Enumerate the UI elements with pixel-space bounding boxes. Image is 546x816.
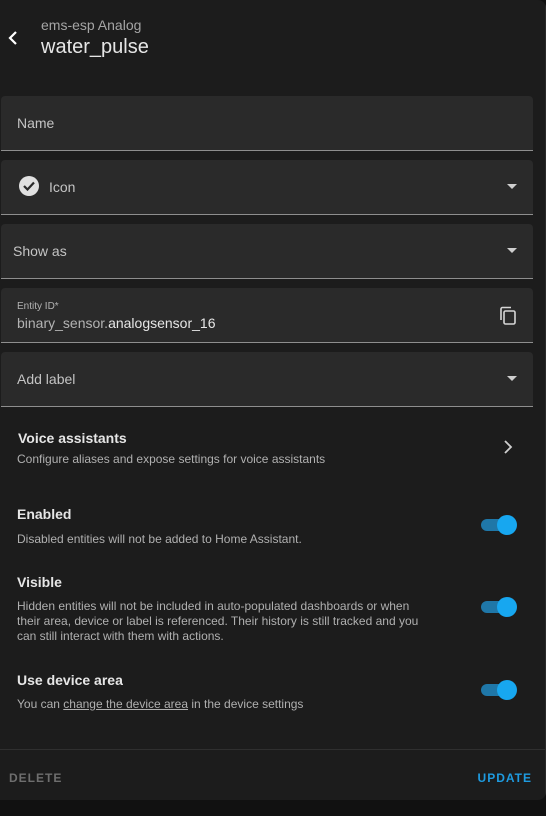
voice-assistants-title: Voice assistants	[18, 430, 127, 446]
dialog-subtitle: ems-esp Analog	[41, 17, 142, 33]
enabled-toggle[interactable]	[481, 515, 517, 535]
chevron-left-icon	[8, 31, 17, 45]
icon-field[interactable]: Icon	[1, 160, 533, 215]
enabled-desc: Disabled entities will not be added to H…	[17, 532, 302, 546]
toggle-knob	[497, 680, 517, 700]
entity-id-label: Entity ID*	[17, 301, 59, 312]
device-area-row: Use device area You can change the devic…	[0, 664, 546, 720]
copy-icon	[500, 306, 516, 325]
toggle-knob	[497, 597, 517, 617]
entity-id-object: analogsensor_16	[108, 315, 216, 331]
delete-button[interactable]: DELETE	[9, 771, 62, 785]
caret-down-icon	[507, 248, 517, 253]
visible-title: Visible	[17, 574, 62, 590]
visible-desc-line2: their area, device or label is reference…	[17, 614, 419, 628]
visible-toggle[interactable]	[481, 597, 517, 617]
enabled-title: Enabled	[17, 506, 72, 522]
show-as-select[interactable]: Show as	[1, 224, 533, 279]
check-circle-icon	[19, 176, 39, 196]
chevron-right-icon	[504, 440, 513, 454]
enabled-row: Enabled Disabled entities will not be ad…	[0, 498, 546, 554]
visible-desc-line1: Hidden entities will not be included in …	[17, 599, 410, 613]
device-area-desc-before: You can	[17, 697, 64, 711]
visible-desc-line3: can still interact with them with action…	[17, 629, 224, 643]
device-area-desc: You can change the device area in the de…	[17, 697, 303, 712]
entity-settings-dialog: ems-esp Analog water_pulse Name Icon Sho…	[0, 0, 546, 800]
dialog-title: water_pulse	[41, 36, 149, 58]
device-area-toggle[interactable]	[481, 680, 517, 700]
change-device-area-link[interactable]: change the device area	[63, 697, 188, 711]
name-field[interactable]: Name	[1, 96, 533, 151]
caret-down-icon	[507, 376, 517, 381]
add-label-select[interactable]: Add label	[1, 352, 533, 407]
dialog-footer: DELETE UPDATE	[0, 749, 546, 800]
toggle-knob	[497, 515, 517, 535]
entity-id-field[interactable]: Entity ID* binary_sensor.analogsensor_16	[1, 288, 533, 343]
voice-assistants-row[interactable]: Voice assistants Configure aliases and e…	[0, 414, 546, 474]
add-label-text: Add label	[17, 371, 76, 387]
entity-id-value: binary_sensor.analogsensor_16	[17, 315, 215, 331]
visible-row: Visible Hidden entities will not be incl…	[0, 566, 546, 646]
dialog-header: ems-esp Analog water_pulse	[0, 0, 546, 80]
back-button[interactable]	[4, 24, 22, 52]
entity-id-prefix: binary_sensor.	[17, 315, 109, 331]
device-area-desc-after: in the device settings	[188, 697, 304, 711]
icon-label: Icon	[49, 179, 76, 195]
voice-assistants-desc: Configure aliases and expose settings fo…	[17, 452, 326, 466]
name-label: Name	[17, 115, 55, 131]
update-button[interactable]: UPDATE	[478, 771, 532, 785]
copy-button[interactable]	[499, 306, 517, 326]
device-area-title: Use device area	[17, 672, 123, 688]
show-as-label: Show as	[13, 243, 67, 259]
caret-down-icon	[507, 184, 517, 189]
